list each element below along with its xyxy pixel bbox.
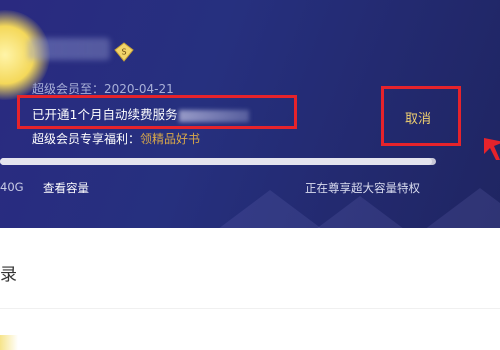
storage-progress-fill: [0, 158, 432, 165]
decor-triangle: [300, 196, 420, 228]
section-title: 录: [0, 265, 17, 285]
benefit-link[interactable]: 领精品好书: [140, 132, 200, 146]
member-benefit: 超级会员专享福利：领精品好书: [32, 130, 200, 147]
red-arrow-icon: [484, 138, 500, 160]
highlight-box-auto-renew: [17, 95, 297, 129]
capacity-status: 正在尊享超大容量特权: [305, 181, 420, 195]
svip-diamond-icon: S: [114, 42, 134, 62]
view-capacity-link[interactable]: 查看容量: [43, 180, 89, 196]
storage-amount: 40G: [0, 180, 24, 194]
divider: [0, 308, 500, 309]
decor-gold: [0, 335, 18, 350]
benefit-label: 超级会员专享福利：: [32, 132, 141, 146]
svg-text:S: S: [121, 48, 126, 57]
highlight-box-cancel: [381, 86, 461, 146]
decor-triangle: [420, 188, 500, 228]
username-blurred: [28, 38, 110, 60]
storage-progress-bar: [0, 158, 436, 165]
